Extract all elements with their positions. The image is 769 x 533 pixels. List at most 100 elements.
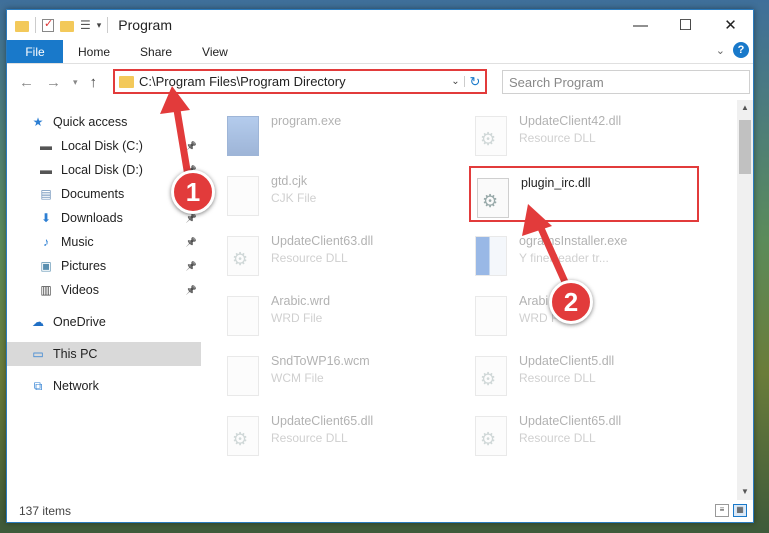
dll-icon: ⚙ xyxy=(475,416,507,456)
details-view-icon[interactable]: ≡ xyxy=(715,504,729,517)
sidebar-item-label: Downloads xyxy=(61,211,123,225)
file-type: WCM File xyxy=(271,371,324,385)
up-arrow-icon[interactable]: ↑ xyxy=(90,74,98,91)
file-item[interactable]: Arabic.wrd WRD File xyxy=(221,286,451,342)
sidebar-item-label: Pictures xyxy=(61,259,107,273)
gear-icon: ⚙ xyxy=(232,249,249,269)
sidebar-item-music[interactable]: ♪ Music 📌 xyxy=(7,230,201,254)
forward-arrow-icon[interactable]: → xyxy=(46,74,61,91)
ribbon-tabs: File Home Share View ⌄ ? xyxy=(7,40,753,64)
file-item[interactable]: ⚙ UpdateClient63.dll Resource DLL xyxy=(221,226,451,282)
gear-icon: ⚙ xyxy=(482,191,499,211)
file-name: Arabi xyxy=(519,294,549,308)
file-type: Resource DLL xyxy=(519,371,596,385)
file-item[interactable]: ⚙ UpdateClient65.dll Resource DLL xyxy=(469,406,699,462)
pin-icon[interactable]: 📌 xyxy=(186,237,197,248)
file-name: UpdateClient42.dll xyxy=(519,114,622,128)
tab-view[interactable]: View xyxy=(187,40,243,63)
sidebar-item-label: Local Disk (D:) xyxy=(61,163,143,177)
file-icon xyxy=(227,296,259,336)
exe-icon xyxy=(227,116,259,156)
recent-chevron-icon[interactable]: ▾ xyxy=(73,77,78,88)
sidebar-item-label: This PC xyxy=(53,347,98,361)
scroll-thumb[interactable] xyxy=(739,120,751,174)
sidebar-item-videos[interactable]: ▥ Videos 📌 xyxy=(7,278,201,302)
gear-icon: ⚙ xyxy=(480,369,497,389)
sidebar-item-local-disk-c[interactable]: ▬ Local Disk (C:) 📌 xyxy=(7,134,201,158)
sidebar-item-pictures[interactable]: ▣ Pictures 📌 xyxy=(7,254,201,278)
file-type: Resource DLL xyxy=(271,431,348,445)
sidebar-item-local-disk-d[interactable]: ▬Local Disk (D:)📌 xyxy=(7,158,201,182)
file-name: UpdateClient5.dll xyxy=(519,354,615,368)
file-name: ogramsInstaller.exe xyxy=(519,234,628,248)
cloud-icon: ☁ xyxy=(32,315,44,329)
sidebar-item-this-pc[interactable]: ▭ This PC xyxy=(7,342,201,366)
file-name: program.exe xyxy=(271,114,342,128)
sidebar-item-label: Music xyxy=(61,235,94,249)
dll-icon: ⚙ xyxy=(227,236,259,276)
dll-icon: ⚙ xyxy=(227,416,259,456)
pin-icon[interactable]: 📌 xyxy=(186,261,197,272)
address-bar[interactable]: C:\Program Files\Program Directory ⌄ ↻ xyxy=(113,69,487,94)
close-button[interactable]: ✕ xyxy=(708,10,753,40)
back-arrow-icon[interactable]: ← xyxy=(19,74,34,91)
file-name: plugin_irc.dll xyxy=(521,176,591,190)
quick-access-toolbar: ☰ ▾ xyxy=(7,17,109,33)
pin-icon[interactable]: 📌 xyxy=(186,285,197,296)
file-item[interactable]: ⚙ UpdateClient65.dll Resource DLL xyxy=(221,406,451,462)
file-name: Arabic.wrd xyxy=(271,294,331,308)
installer-icon xyxy=(475,236,507,276)
file-item[interactable]: ⚙ plugin_irc.dll xyxy=(469,166,699,222)
chevron-down-icon[interactable]: ⌄ xyxy=(447,76,465,87)
properties-check-icon[interactable] xyxy=(42,17,54,32)
search-input[interactable]: Search Program xyxy=(502,70,750,94)
window-title: Program xyxy=(118,17,172,33)
sidebar-item-network[interactable]: ⧉ Network xyxy=(7,374,201,398)
file-name: gtd.cjk xyxy=(271,174,308,188)
expand-ribbon-icon[interactable]: ⌄ xyxy=(716,44,725,57)
file-name: UpdateClient63.dll xyxy=(271,234,374,248)
new-folder-icon[interactable] xyxy=(60,20,74,32)
file-item[interactable]: ⚙ UpdateClient5.dll Resource DLL xyxy=(469,346,699,402)
file-item[interactable]: ogramsInstaller.exe Y fineReader tr... xyxy=(469,226,699,282)
gear-icon: ⚙ xyxy=(480,429,497,449)
pin-icon[interactable]: 📌 xyxy=(186,141,197,152)
scrollbar[interactable]: ▲ ▼ xyxy=(737,100,753,500)
refresh-icon[interactable]: ↻ xyxy=(465,74,485,90)
file-type: Y fineReader tr... xyxy=(519,251,609,265)
drive-icon: ▬ xyxy=(40,163,52,177)
file-item[interactable]: ⚙ UpdateClient42.dll Resource DLL xyxy=(469,106,699,162)
chevron-down-icon[interactable]: ▾ xyxy=(97,20,102,31)
pin-icon[interactable]: 📌 xyxy=(186,213,197,224)
scroll-down-icon[interactable]: ▼ xyxy=(737,484,753,500)
documents-icon: ▤ xyxy=(40,187,52,201)
minimize-button[interactable]: — xyxy=(618,10,663,40)
tiles-view-icon[interactable]: ▦ xyxy=(733,504,747,517)
tab-home[interactable]: Home xyxy=(63,40,125,63)
properties-icon[interactable]: ☰ xyxy=(80,18,91,32)
file-name: UpdateClient65.dll xyxy=(271,414,374,428)
maximize-button[interactable]: ☐ xyxy=(663,10,708,40)
download-icon: ⬇ xyxy=(40,211,52,225)
sidebar-item-downloads[interactable]: ⬇ Downloads 📌 xyxy=(7,206,201,230)
address-path[interactable]: C:\Program Files\Program Directory xyxy=(139,74,447,89)
explorer-window: ☰ ▾ Program — ☐ ✕ File Home Share View ⌄… xyxy=(6,9,754,523)
status-bar: 137 items ≡ ▦ xyxy=(7,500,753,522)
sidebar-item-label: Local Disk (C:) xyxy=(61,139,143,153)
file-type: CJK File xyxy=(271,191,317,205)
file-item[interactable]: gtd.cjk CJK File xyxy=(221,166,451,222)
sidebar-item-onedrive[interactable]: ☁ OneDrive xyxy=(7,310,201,334)
videos-icon: ▥ xyxy=(40,283,52,297)
tab-file[interactable]: File xyxy=(7,40,63,63)
scroll-up-icon[interactable]: ▲ xyxy=(737,100,753,116)
file-icon xyxy=(227,176,259,216)
sidebar-item-quick-access[interactable]: ★ Quick access xyxy=(7,110,201,134)
sidebar-item-label: OneDrive xyxy=(53,315,106,329)
sidebar-item-label: Quick access xyxy=(53,115,128,129)
file-type: Resource DLL xyxy=(519,431,596,445)
tab-share[interactable]: Share xyxy=(125,40,187,63)
dll-icon: ⚙ xyxy=(477,178,509,218)
file-item[interactable]: program.exe xyxy=(221,106,451,162)
file-item[interactable]: SndToWP16.wcm WCM File xyxy=(221,346,451,402)
help-icon[interactable]: ? xyxy=(733,42,749,58)
